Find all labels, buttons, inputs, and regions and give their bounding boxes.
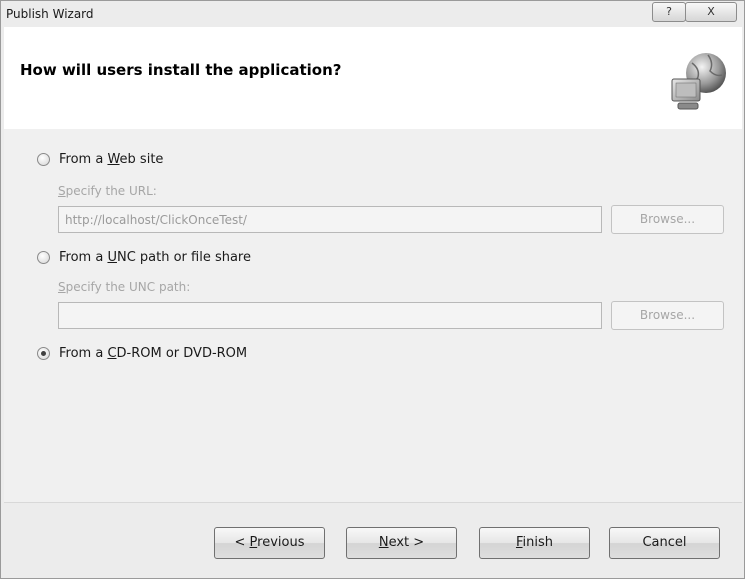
cancel-button[interactable]: Cancel — [609, 527, 720, 559]
close-button[interactable]: X — [685, 2, 737, 22]
previous-button[interactable]: < Previous — [214, 527, 325, 559]
publish-wizard-window: Publish Wizard ? X How will users instal… — [0, 0, 745, 579]
cd-rom-label: From a CD-ROM or DVD-ROM — [59, 346, 248, 361]
unc-field-label: Specify the UNC path: — [58, 280, 191, 294]
unc-path-label: From a UNC path or file share — [59, 250, 251, 265]
unc-path-radio[interactable] — [37, 251, 50, 264]
title-bar: Publish Wizard ? X — [1, 1, 744, 27]
browse-unc-button[interactable]: Browse... — [611, 301, 724, 330]
window-title: Publish Wizard — [6, 7, 94, 21]
next-button[interactable]: Next > — [346, 527, 457, 559]
web-site-option[interactable]: From a Web site — [37, 152, 163, 167]
help-icon: ? — [666, 5, 672, 18]
cd-rom-option[interactable]: From a CD-ROM or DVD-ROM — [37, 346, 247, 361]
cd-rom-radio[interactable] — [37, 347, 50, 360]
browse-url-button[interactable]: Browse... — [611, 205, 724, 234]
unc-path-option[interactable]: From a UNC path or file share — [37, 250, 251, 265]
close-icon: X — [707, 5, 715, 18]
finish-button[interactable]: Finish — [479, 527, 590, 559]
web-site-label: From a Web site — [59, 152, 164, 167]
url-field-label: Specify the URL: — [58, 184, 157, 198]
footer-divider — [4, 502, 742, 503]
globe-computer-icon — [671, 53, 726, 110]
page-title: How will users install the application? — [20, 61, 342, 79]
wizard-header: How will users install the application? — [4, 27, 742, 129]
url-input[interactable] — [58, 206, 602, 233]
help-button[interactable]: ? — [652, 2, 686, 22]
unc-path-input[interactable] — [58, 302, 602, 329]
web-site-radio[interactable] — [37, 153, 50, 166]
